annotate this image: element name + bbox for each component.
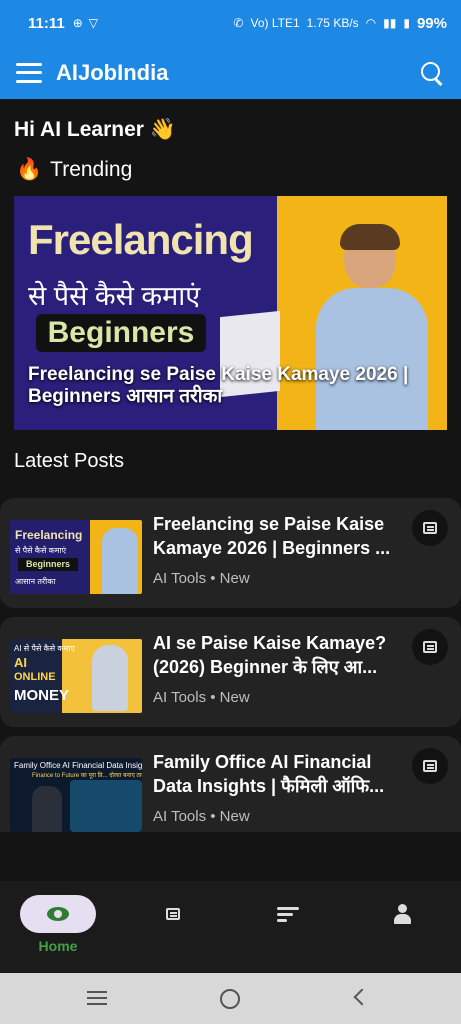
post-thumbnail: Family Office AI Financial Data Insights… xyxy=(10,758,142,832)
search-icon[interactable] xyxy=(419,60,445,86)
thumb-text: Freelancing xyxy=(15,528,83,542)
vpn-icon: ▽ xyxy=(88,16,99,30)
network-label: Vo) LTE1 xyxy=(250,16,300,30)
fire-icon: 🔥 xyxy=(16,158,43,181)
nav-home-indicator xyxy=(20,895,96,933)
bottom-navigation: Home xyxy=(0,881,461,973)
post-meta: AI Tools • New xyxy=(153,808,250,825)
hero-image-subtitle: से पैसे कैसे कमाएं xyxy=(28,281,201,311)
post-card[interactable]: AI से पैसे कैसे कमाए AI ONLINE MONEY AI … xyxy=(0,617,461,727)
trending-card[interactable]: Freelancing से पैसे कैसे कमाएं Beginners… xyxy=(14,196,447,430)
nav-home[interactable]: Home xyxy=(18,895,98,955)
thumb-text: AI xyxy=(14,655,27,670)
system-navigation-bar xyxy=(0,973,461,1024)
greeting: Hi AI Learner 👋 xyxy=(14,118,176,141)
post-title: Freelancing se Paise Kaise Kamaye 2026 |… xyxy=(153,514,391,558)
thumb-text: आसान तरीका xyxy=(15,577,56,586)
post-thumbnail: AI से पैसे कैसे कमाए AI ONLINE MONEY xyxy=(10,639,142,713)
recent-apps-icon[interactable] xyxy=(87,991,107,1005)
post-thumbnail: Freelancing से पैसे कैसे कमाएं Beginners… xyxy=(10,520,142,594)
read-post-button[interactable] xyxy=(412,629,448,665)
battery-icon: ▮ xyxy=(403,16,410,30)
categories-icon xyxy=(277,907,299,922)
post-meta: AI Tools • New xyxy=(153,689,250,706)
status-bar: 11:11 ⊕ ▽ ✆ Vo) LTE1 1.75 KB/s ◠ ▮▮ ▮ 99… xyxy=(0,0,461,46)
post-meta: AI Tools • New xyxy=(153,570,250,587)
post-title: AI se Paise Kaise Kamaye? (2026) Beginne… xyxy=(153,633,387,677)
thumb-text: AI से पैसे कैसे कमाए xyxy=(14,644,75,653)
back-chevron-icon[interactable] xyxy=(353,988,371,1006)
menu-icon[interactable] xyxy=(16,62,42,83)
article-icon xyxy=(423,522,437,534)
post-title: Family Office AI Financial Data Insights… xyxy=(153,752,385,796)
app-title: AIJobIndia xyxy=(56,59,169,85)
article-icon xyxy=(423,641,437,653)
nav-profile[interactable] xyxy=(363,895,443,955)
trending-caption: Freelancing se Paise Kaise Kamaye 2026 |… xyxy=(28,364,409,407)
nav-posts[interactable] xyxy=(133,895,213,955)
latest-posts-heading: Latest Posts xyxy=(14,450,125,472)
top-bar: 11:11 ⊕ ▽ ✆ Vo) LTE1 1.75 KB/s ◠ ▮▮ ▮ 99… xyxy=(0,0,461,99)
thumb-text: Beginners xyxy=(18,558,78,571)
notification-icon: ⊕ xyxy=(72,16,83,30)
data-speed: 1.75 KB/s xyxy=(306,16,359,30)
thumb-text: Finance to Future का पूरा प्रि... दोलत ब… xyxy=(32,773,142,779)
call-icon: ✆ xyxy=(233,16,244,30)
hero-image-pill: Beginners xyxy=(36,314,206,352)
battery-level: 99% xyxy=(416,14,447,32)
profile-icon xyxy=(393,904,413,924)
read-post-button[interactable] xyxy=(412,510,448,546)
wifi-icon: ◠ xyxy=(365,16,377,30)
thumb-text: Family Office AI Financial Data Insights xyxy=(14,761,142,770)
posts-icon xyxy=(166,908,180,920)
nav-categories[interactable] xyxy=(248,895,328,955)
thumb-text: ONLINE xyxy=(14,671,56,683)
status-right: ✆ Vo) LTE1 1.75 KB/s ◠ ▮▮ ▮ 99% xyxy=(233,15,447,32)
hero-image-title: Freelancing xyxy=(28,216,254,263)
post-card[interactable]: Family Office AI Financial Data Insights… xyxy=(0,736,461,832)
thumb-text: MONEY xyxy=(14,687,70,704)
article-icon xyxy=(423,760,437,772)
signal-icon: ▮▮ xyxy=(383,16,397,30)
read-post-button[interactable] xyxy=(412,748,448,784)
trending-label: Trending xyxy=(50,158,133,181)
status-time: 11:11 xyxy=(28,14,65,32)
trending-header: 🔥 Trending xyxy=(16,158,132,182)
nav-home-label: Home xyxy=(38,938,78,954)
app-bar: AIJobIndia xyxy=(0,46,461,99)
thumb-text: से पैसे कैसे कमाएं xyxy=(15,546,67,555)
home-circle-icon[interactable] xyxy=(220,989,240,1009)
post-card[interactable]: Freelancing से पैसे कैसे कमाएं Beginners… xyxy=(0,498,461,608)
home-eye-icon xyxy=(47,907,69,921)
